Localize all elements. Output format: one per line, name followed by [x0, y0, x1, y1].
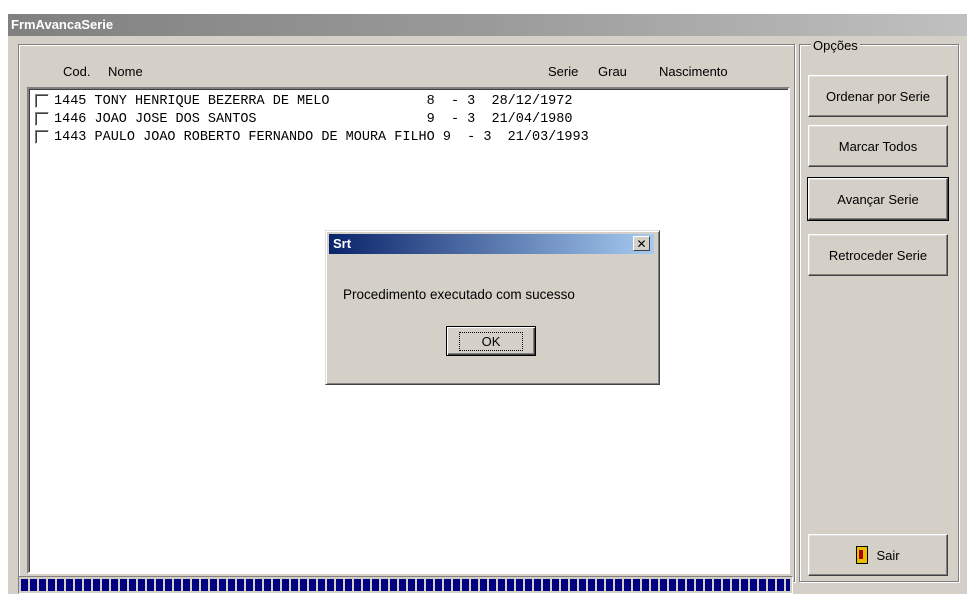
list-item[interactable]: 1445 TONY HENRIQUE BEZERRA DE MELO 8 - 3… [35, 92, 572, 110]
row-text: 1443 PAULO JOAO ROBERTO FERNANDO DE MOUR… [54, 129, 589, 145]
row-text: 1445 TONY HENRIQUE BEZERRA DE MELO 8 - 3… [54, 93, 573, 109]
dialog-title-text: Srt [333, 236, 352, 251]
door-exit-icon [856, 546, 869, 564]
message-dialog: Srt ✕ Procedimento executado com sucesso… [325, 230, 660, 385]
window-title: FrmAvancaSerie [8, 14, 967, 36]
dialog-message: Procedimento executado com sucesso [343, 287, 575, 302]
close-icon[interactable]: ✕ [633, 236, 650, 251]
row-checkbox[interactable] [35, 130, 49, 144]
progress-bar-fill [21, 579, 790, 591]
column-header-nome: Nome [108, 64, 143, 79]
ok-button-label: OK [458, 331, 524, 351]
advance-serie-button[interactable]: Avançar Serie [807, 177, 949, 221]
column-header-nascimento: Nascimento [659, 64, 728, 79]
exit-button-label: Sair [876, 547, 900, 563]
row-checkbox[interactable] [35, 94, 49, 108]
dialog-title: Srt ✕ [329, 234, 654, 254]
column-header-grau: Grau [598, 64, 627, 79]
row-checkbox[interactable] [35, 112, 49, 126]
column-header-serie: Serie [548, 64, 579, 79]
retreat-serie-button[interactable]: Retroceder Serie [808, 234, 948, 276]
column-header-cod: Cod. [63, 64, 91, 79]
mark-all-button[interactable]: Marcar Todos [808, 125, 948, 167]
exit-button[interactable]: Sair [808, 534, 948, 576]
progress-bar [18, 576, 793, 594]
options-group-label: Opções [811, 38, 860, 53]
sort-by-serie-button[interactable]: Ordenar por Serie [808, 75, 948, 117]
row-text: 1446 JOAO JOSE DOS SANTOS 9 - 3 21/04/19… [54, 111, 573, 127]
list-item[interactable]: 1443 PAULO JOAO ROBERTO FERNANDO DE MOUR… [35, 128, 589, 146]
list-item[interactable]: 1446 JOAO JOSE DOS SANTOS 9 - 3 21/04/19… [35, 110, 572, 128]
ok-button[interactable]: OK [446, 326, 536, 356]
